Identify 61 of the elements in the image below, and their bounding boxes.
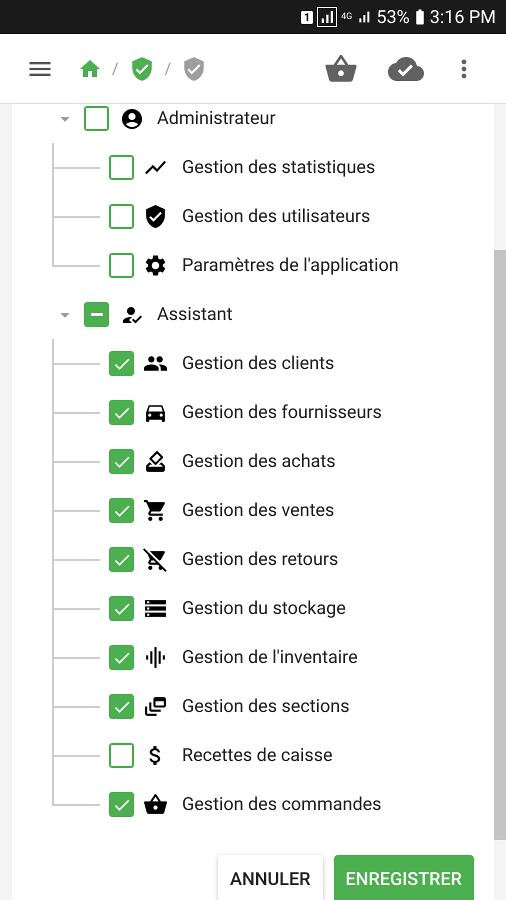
tree-line xyxy=(52,388,100,414)
node-label[interactable]: Assistant xyxy=(157,301,232,328)
node-label[interactable]: Recettes de caisse xyxy=(182,742,333,769)
tree-line xyxy=(52,682,100,708)
cart-icon xyxy=(143,498,168,523)
checkbox[interactable] xyxy=(109,645,134,670)
tree-line xyxy=(52,241,100,266)
sim-indicator: 1 xyxy=(300,10,314,24)
clock: 3:16 PM xyxy=(430,6,496,30)
node-label[interactable]: Administrateur xyxy=(157,105,276,132)
node-label[interactable]: Gestion des statistiques xyxy=(182,154,376,181)
checkbox[interactable] xyxy=(84,302,109,327)
tree-line xyxy=(52,584,100,610)
checkbox[interactable] xyxy=(109,547,134,572)
equalizer-icon xyxy=(143,645,168,670)
checkbox[interactable] xyxy=(109,253,134,278)
checkbox[interactable] xyxy=(109,498,134,523)
checkbox[interactable] xyxy=(109,400,134,425)
node-label[interactable]: Gestion des fournisseurs xyxy=(182,399,382,426)
tree-line xyxy=(52,535,100,560)
tree-line xyxy=(52,437,100,462)
checkbox[interactable] xyxy=(109,204,134,229)
tree-line xyxy=(52,780,100,806)
checkbox[interactable] xyxy=(84,106,109,131)
tree-line xyxy=(52,143,100,168)
breadcrumb-separator: / xyxy=(112,58,119,80)
tree-line xyxy=(52,486,100,512)
shield-check-icon xyxy=(143,204,168,229)
node-label[interactable]: Gestion des ventes xyxy=(182,497,334,524)
node-label[interactable]: Gestion des utilisateurs xyxy=(182,203,370,230)
battery-percent: 53% xyxy=(376,6,410,30)
node-label[interactable]: Gestion des retours xyxy=(182,546,338,573)
node-label[interactable]: Gestion des achats xyxy=(182,448,336,475)
breadcrumb-separator: / xyxy=(164,58,172,80)
settings-icon xyxy=(143,253,168,278)
tree-line xyxy=(52,339,100,364)
tree-line xyxy=(52,731,100,756)
node-label[interactable]: Gestion de l'inventaire xyxy=(182,644,358,671)
node-label[interactable]: Gestion des sections xyxy=(182,693,350,720)
checkbox[interactable] xyxy=(109,596,134,621)
node-label[interactable]: Gestion des commandes xyxy=(182,791,382,818)
dash-icon xyxy=(90,313,102,316)
checkbox[interactable] xyxy=(109,743,134,768)
node-label[interactable]: Gestion du stockage xyxy=(182,595,346,622)
signal-icon xyxy=(317,7,338,27)
checkbox[interactable] xyxy=(109,694,134,719)
checkbox[interactable] xyxy=(109,155,134,180)
cart-off-icon xyxy=(143,547,168,572)
scrollbar-thumb[interactable] xyxy=(494,250,506,840)
basket-icon xyxy=(143,792,168,817)
ballot-box-icon xyxy=(143,449,168,474)
network-type: 4G xyxy=(341,12,352,22)
checkbox[interactable] xyxy=(109,351,134,376)
tree-line xyxy=(52,633,100,658)
checkbox[interactable] xyxy=(109,792,134,817)
stacked-windows-icon xyxy=(143,694,168,719)
cancel-button[interactable]: ANNULER xyxy=(218,855,322,900)
tree-line xyxy=(52,192,100,218)
node-label[interactable]: Paramètres de l'application xyxy=(182,252,399,279)
checkbox[interactable] xyxy=(109,449,134,474)
node-label[interactable]: Gestion des clients xyxy=(182,350,334,377)
